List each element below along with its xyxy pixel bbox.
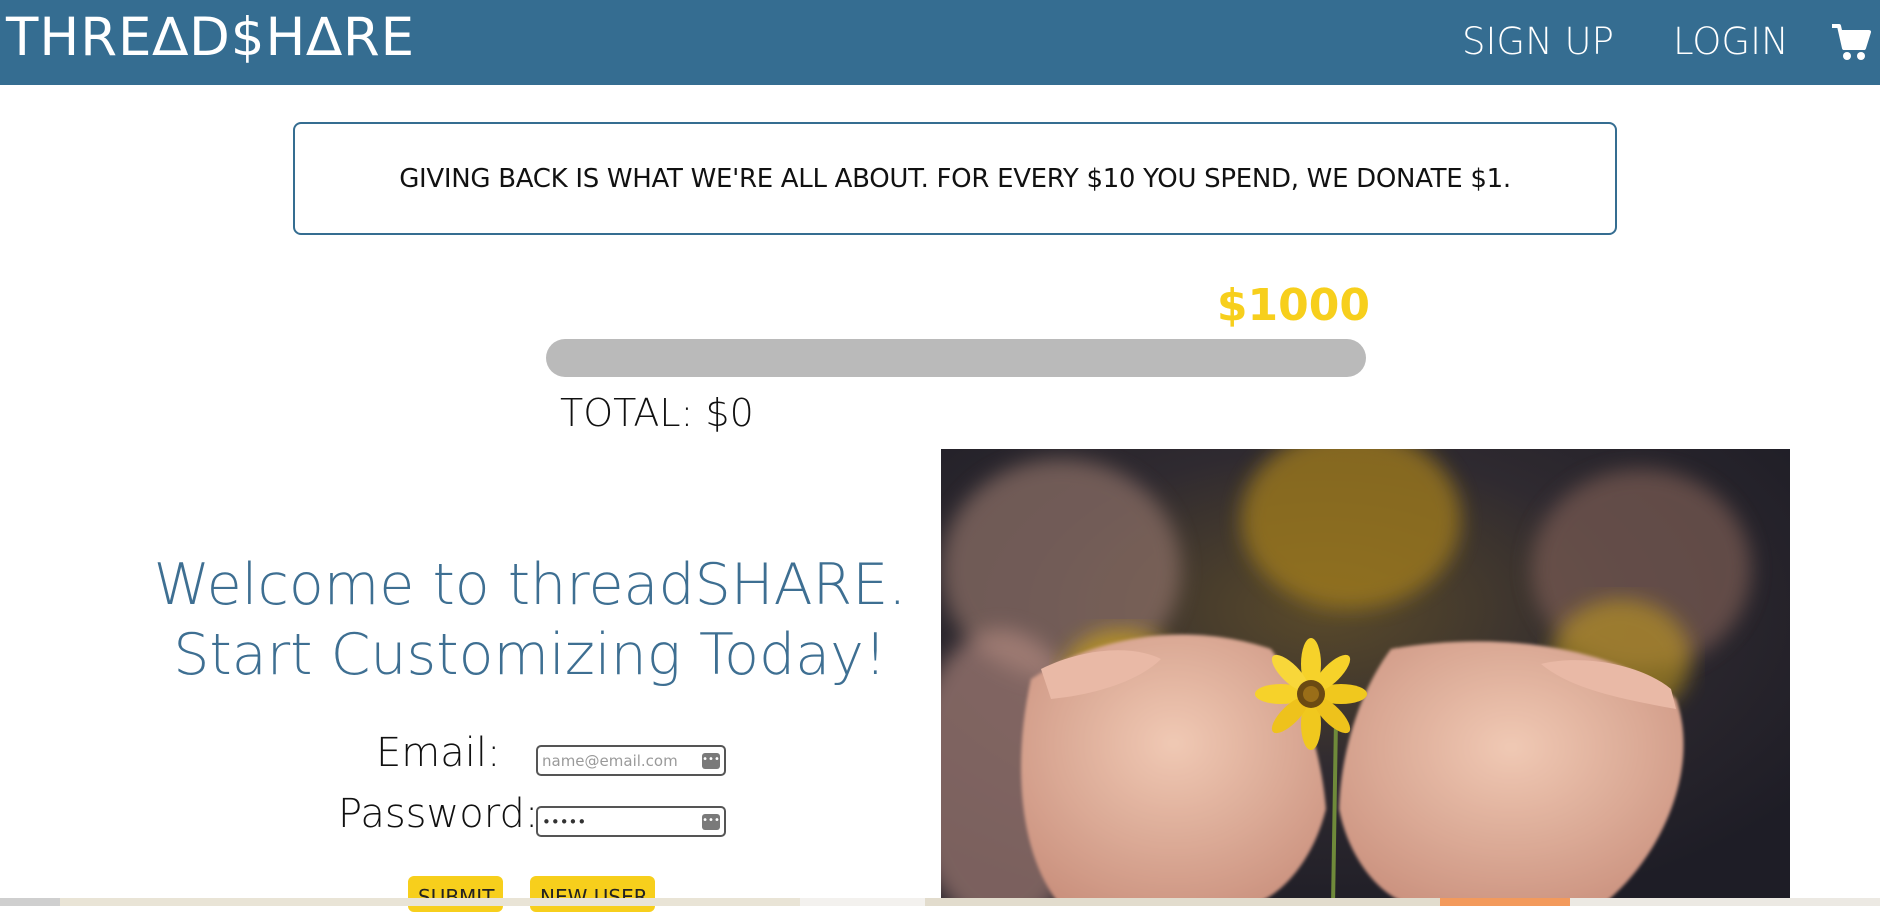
donation-total: TOTAL: $0 [560, 391, 754, 435]
sign-up-link[interactable]: SIGN UP [1462, 18, 1614, 66]
hero-photo [941, 449, 1790, 906]
email-label: Email: [376, 730, 501, 776]
site-logo[interactable]: THRE∆D$H∆RE [6, 6, 415, 70]
welcome-line-2: Start Customizing Today! [173, 622, 887, 688]
password-manager-icon[interactable]: ••• [702, 813, 720, 830]
hands-holding-flower-photo [941, 449, 1790, 906]
footer-strip [800, 898, 925, 906]
password-input[interactable] [538, 809, 696, 834]
footer-strip [1440, 898, 1570, 906]
submit-button[interactable]: SUBMIT [408, 876, 503, 912]
new-user-button[interactable]: NEW USER [530, 876, 655, 912]
footer-strip [925, 898, 1440, 906]
welcome-line-1: Welcome to threadSHARE. [153, 552, 907, 618]
login-link[interactable]: LOGIN [1673, 18, 1789, 66]
email-field[interactable]: ••• [536, 745, 726, 776]
email-input[interactable] [538, 748, 696, 773]
donation-goal: $1000 [1216, 280, 1370, 331]
footer-strip [60, 898, 800, 906]
footer-strip [0, 898, 60, 906]
password-field[interactable]: ••• [536, 806, 726, 837]
cart-icon[interactable] [1830, 22, 1872, 62]
password-label: Password: [338, 791, 539, 837]
donation-banner: GIVING BACK IS WHAT WE'RE ALL ABOUT. FOR… [293, 122, 1617, 235]
footer-strip [1570, 898, 1880, 906]
top-navbar: THRE∆D$H∆RE SIGN UP LOGIN [0, 0, 1880, 85]
banner-text: GIVING BACK IS WHAT WE'RE ALL ABOUT. FOR… [399, 163, 1511, 194]
donation-progress-bar [546, 339, 1366, 377]
welcome-heading: Welcome to threadSHARE. Start Customizin… [100, 550, 960, 690]
password-manager-icon[interactable]: ••• [702, 752, 720, 769]
